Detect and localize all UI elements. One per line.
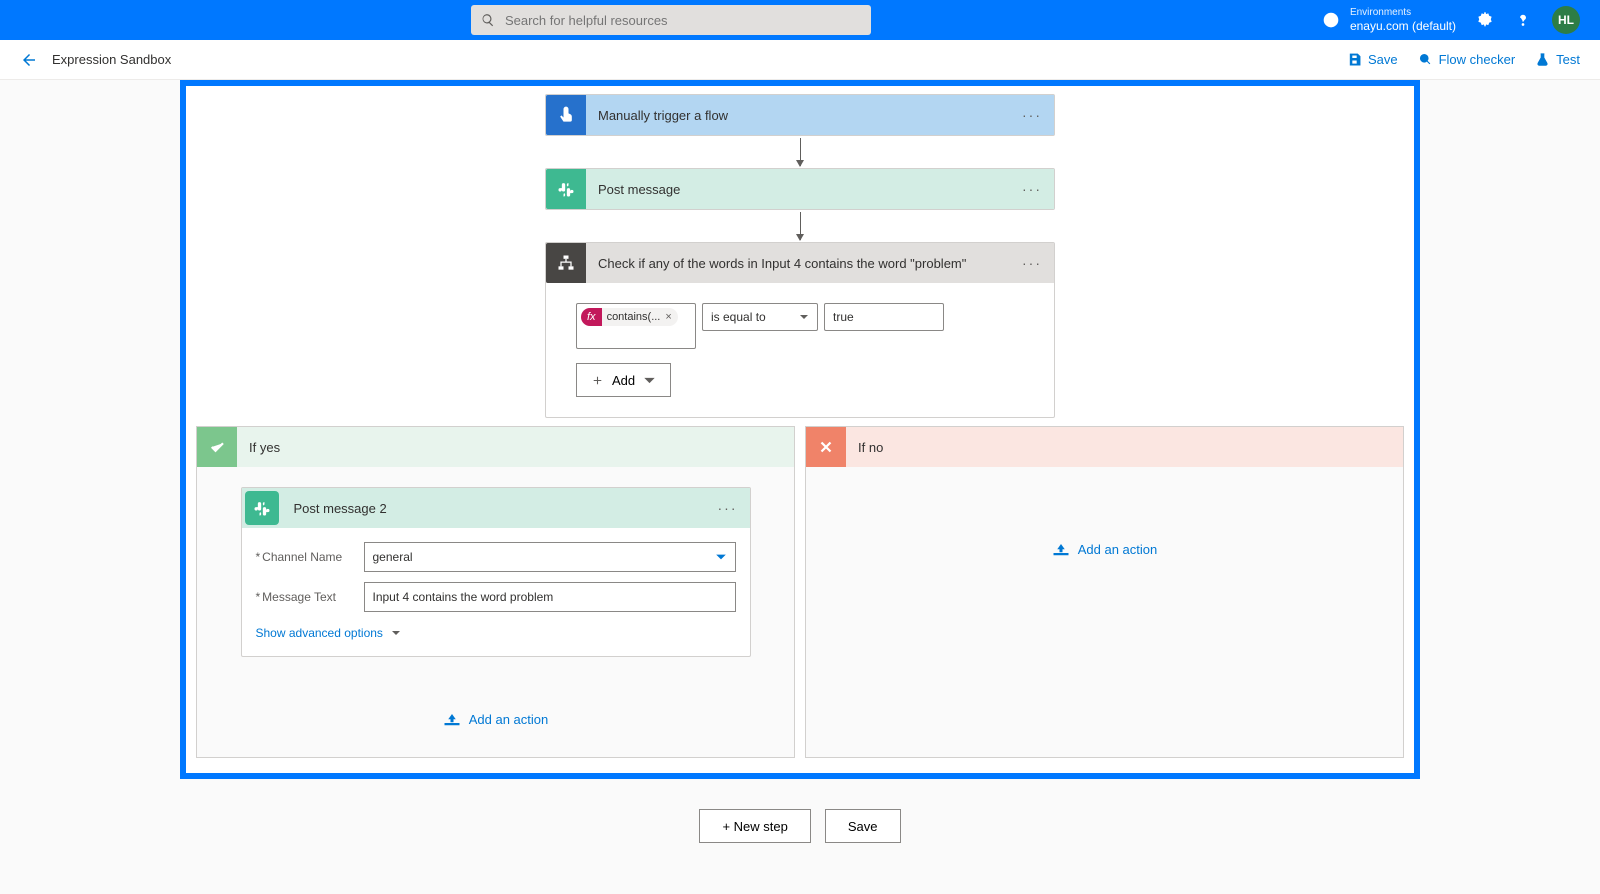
- close-icon: [806, 427, 846, 467]
- if-no-label: If no: [846, 440, 895, 455]
- environment-label: Environments: [1350, 7, 1456, 19]
- chevron-down-icon: [391, 628, 401, 638]
- flow-canvas: Manually trigger a flow ··· Post message…: [180, 80, 1420, 779]
- arrow-icon: [800, 212, 801, 240]
- if-yes-branch: If yes Post message 2 ···: [196, 426, 795, 758]
- post-message-card[interactable]: Post message ···: [545, 168, 1055, 210]
- save-icon: [1347, 52, 1362, 67]
- slack-icon: [546, 169, 586, 209]
- condition-left-input[interactable]: fx contains(... ×: [576, 303, 696, 349]
- message-text-label: Message Text: [256, 590, 364, 604]
- card-menu-icon[interactable]: ···: [706, 500, 750, 516]
- add-action-icon: [443, 713, 461, 727]
- trigger-title: Manually trigger a flow: [586, 108, 1010, 123]
- test-button[interactable]: Test: [1535, 52, 1580, 67]
- search-input[interactable]: [505, 13, 861, 28]
- post-message-2-card[interactable]: Post message 2 ··· Channel Name general: [241, 487, 751, 657]
- help-icon[interactable]: [1514, 11, 1532, 29]
- new-step-button[interactable]: + New step: [699, 809, 810, 843]
- gear-icon[interactable]: [1476, 11, 1494, 29]
- flow-checker-button[interactable]: Flow checker: [1418, 52, 1516, 67]
- environment-picker[interactable]: Environments enayu.com (default): [1322, 7, 1456, 33]
- add-action-icon: [1052, 543, 1070, 557]
- back-icon[interactable]: [20, 51, 38, 69]
- add-condition-button[interactable]: Add: [576, 363, 671, 397]
- post-message-title: Post message: [586, 182, 1010, 197]
- environment-name: enayu.com (default): [1350, 19, 1456, 33]
- top-header: Environments enayu.com (default) HL: [0, 0, 1600, 40]
- globe-icon: [1322, 11, 1340, 29]
- flask-icon: [1535, 52, 1550, 67]
- if-yes-label: If yes: [237, 440, 292, 455]
- card-menu-icon[interactable]: ···: [1010, 255, 1054, 271]
- show-advanced-link[interactable]: Show advanced options: [256, 626, 401, 640]
- avatar[interactable]: HL: [1552, 6, 1580, 34]
- toolbar: Expression Sandbox Save Flow checker Tes…: [0, 40, 1600, 80]
- add-action-yes[interactable]: Add an action: [443, 712, 549, 727]
- post-message-2-title: Post message 2: [282, 501, 706, 516]
- trigger-card[interactable]: Manually trigger a flow ···: [545, 94, 1055, 136]
- save-bottom-button[interactable]: Save: [825, 809, 901, 843]
- save-button[interactable]: Save: [1347, 52, 1398, 67]
- plus-icon: [591, 374, 604, 387]
- page-title: Expression Sandbox: [52, 52, 171, 67]
- remove-pill-icon[interactable]: ×: [665, 311, 671, 323]
- chevron-down-icon: [643, 374, 656, 387]
- condition-icon: [546, 243, 586, 283]
- slack-icon: [245, 491, 279, 525]
- chevron-down-icon: [799, 312, 809, 322]
- add-action-no[interactable]: Add an action: [1052, 542, 1158, 557]
- check-icon: [197, 427, 237, 467]
- expression-pill[interactable]: fx contains(... ×: [581, 308, 678, 326]
- checker-icon: [1418, 52, 1433, 67]
- chevron-down-icon: [715, 551, 727, 563]
- card-menu-icon[interactable]: ···: [1010, 181, 1054, 197]
- search-input-container[interactable]: [471, 5, 871, 35]
- fx-icon: fx: [581, 308, 602, 326]
- condition-value-input[interactable]: true: [824, 303, 944, 331]
- if-no-branch: If no Add an action: [805, 426, 1404, 758]
- condition-operator-select[interactable]: is equal to: [702, 303, 818, 331]
- condition-title: Check if any of the words in Input 4 con…: [586, 256, 1010, 271]
- condition-card[interactable]: Check if any of the words in Input 4 con…: [545, 242, 1055, 418]
- channel-name-label: Channel Name: [256, 550, 364, 564]
- touch-icon: [546, 95, 586, 135]
- search-icon: [481, 13, 495, 27]
- card-menu-icon[interactable]: ···: [1010, 107, 1054, 123]
- channel-name-select[interactable]: general: [364, 542, 736, 572]
- arrow-icon: [800, 138, 801, 166]
- message-text-input[interactable]: Input 4 contains the word problem: [364, 582, 736, 612]
